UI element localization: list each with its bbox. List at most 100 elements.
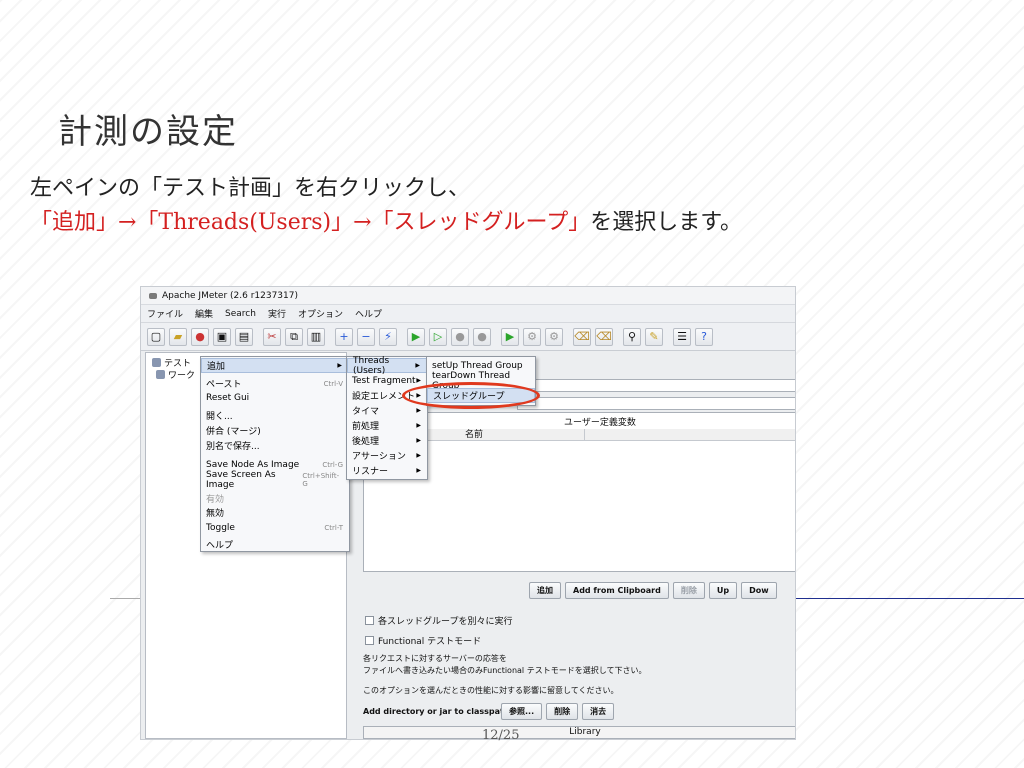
- clear-icon[interactable]: ⌫: [573, 327, 591, 346]
- clear-all-icon[interactable]: ⌫: [595, 327, 613, 346]
- description-line-2: 「追加」→「Threads(Users)」→「スレッドグループ」を選択します。: [30, 206, 742, 240]
- toggle-icon[interactable]: ⚡: [379, 327, 397, 346]
- slide-description: 左ペインの「テスト計画」を右クリックし、 「追加」→「Threads(Users…: [30, 172, 742, 240]
- reset-search-icon[interactable]: ✎: [645, 327, 663, 346]
- table-buttons: 追加 Add from Clipboard 削除 Up Dow: [529, 582, 777, 599]
- up-button[interactable]: Up: [708, 582, 738, 599]
- table-caption: ユーザー定義変数: [564, 418, 636, 428]
- delete-button[interactable]: 削除: [672, 582, 705, 599]
- stop-icon[interactable]: ●: [451, 327, 469, 346]
- submenu-item-assertion[interactable]: アサーション ▶: [347, 448, 427, 463]
- search-icon[interactable]: ⚲: [623, 327, 641, 346]
- menu-file[interactable]: ファイル: [147, 307, 183, 320]
- menu-help[interactable]: ヘルプ: [355, 307, 382, 320]
- new-icon[interactable]: ▢: [147, 327, 165, 346]
- menu-item-save-screen-image[interactable]: Save Screen As Image Ctrl+Shift-G: [201, 469, 349, 490]
- comment-field[interactable]: [517, 397, 795, 410]
- menu-item-shortcut: Ctrl+Shift-G: [302, 471, 340, 488]
- submenu-item-threads[interactable]: Threads (Users) ▶: [347, 356, 427, 376]
- submenu-arrow-icon: ▶: [416, 377, 421, 384]
- submenu-arrow-icon: ▶: [416, 452, 421, 459]
- description-line-1: 左ペインの「テスト計画」を右クリックし、: [30, 176, 471, 201]
- add-submenu: Threads (Users) ▶ Test Fragment ▶ 設定エレメント ▶…: [346, 356, 428, 480]
- start-icon[interactable]: ▶: [407, 327, 425, 346]
- functional-checkbox[interactable]: [365, 636, 374, 645]
- menu-item-label: タイマ: [352, 407, 380, 417]
- remote-stop-icon[interactable]: ⚙: [523, 327, 541, 346]
- menu-item-paste[interactable]: ペースト Ctrl-V: [201, 376, 349, 391]
- submenu-item-test-fragment[interactable]: Test Fragment ▶: [347, 373, 427, 388]
- browse-button[interactable]: 参照...: [501, 703, 543, 720]
- remote-shutdown-icon[interactable]: ⚙: [545, 327, 563, 346]
- menu-item-save-as[interactable]: 別名で保存...: [201, 438, 349, 453]
- menu-search[interactable]: Search: [225, 309, 256, 319]
- menu-item-shortcut: Ctrl-V: [323, 379, 343, 388]
- function-helper-icon[interactable]: ☰: [673, 327, 691, 346]
- menu-item-label: リスナー: [352, 467, 389, 477]
- menu-item-label: アサーション: [352, 452, 406, 462]
- save-icon[interactable]: ▣: [213, 327, 231, 346]
- serial-checkbox[interactable]: [365, 616, 374, 625]
- menu-item-label: Reset Gui: [206, 392, 250, 403]
- window-title: Apache JMeter (2.6 r1237317): [162, 290, 298, 301]
- menu-run[interactable]: 実行: [268, 307, 286, 320]
- expand-icon[interactable]: +: [335, 327, 353, 346]
- menu-options[interactable]: オプション: [298, 307, 343, 320]
- down-button[interactable]: Dow: [741, 582, 777, 599]
- functional-mode-option[interactable]: Functional テストモード: [365, 634, 481, 647]
- menu-item-add[interactable]: 追加 ▶: [201, 358, 349, 373]
- decorative-line-right: [796, 598, 1024, 599]
- clear-button[interactable]: 消去: [582, 703, 615, 720]
- menu-item-reset-gui[interactable]: Reset Gui: [201, 390, 349, 405]
- name-field[interactable]: [517, 379, 795, 392]
- submenu-item-pre-processor[interactable]: 前処理 ▶: [347, 418, 427, 433]
- menu-item-label: 有効: [206, 495, 225, 505]
- tree-node-workbench[interactable]: ワーク: [156, 368, 195, 381]
- classpath-delete-button[interactable]: 削除: [546, 703, 579, 720]
- submenu-item-timer[interactable]: タイマ ▶: [347, 403, 427, 418]
- menu-item-open[interactable]: 開く...: [201, 408, 349, 423]
- add-from-clipboard-button[interactable]: Add from Clipboard: [565, 582, 669, 599]
- add-button[interactable]: 追加: [529, 582, 561, 599]
- submenu-item-listener[interactable]: リスナー ▶: [347, 463, 427, 478]
- menu-item-label: ペースト: [206, 380, 242, 390]
- test-plan-icon: [152, 358, 161, 367]
- menu-item-label: Save Screen As Image: [206, 469, 276, 490]
- submenu-item-post-processor[interactable]: 後処理 ▶: [347, 433, 427, 448]
- description-line-2-tail: を選択します。: [590, 210, 743, 235]
- menu-item-label: Toggle: [206, 522, 235, 533]
- workbench-icon: [156, 370, 165, 379]
- classpath-label: Add directory or jar to classpath: [363, 707, 510, 716]
- menu-item-label: Save Node As Image: [206, 459, 300, 470]
- copy-icon[interactable]: ⧉: [285, 327, 303, 346]
- help-icon[interactable]: ?: [695, 327, 713, 346]
- menu-edit[interactable]: 編集: [195, 307, 213, 320]
- library-header-label: Library: [569, 727, 601, 737]
- menu-item-label: 追加: [207, 362, 226, 372]
- menu-item-toggle[interactable]: Toggle Ctrl-T: [201, 520, 349, 535]
- decorative-line-left: [110, 598, 144, 599]
- slide-title: 計測の設定: [58, 112, 238, 152]
- tree-node-label: ワーク: [168, 371, 196, 381]
- classpath-buttons: 参照... 削除 消去: [501, 703, 615, 720]
- menu-item-label: 無効: [206, 509, 225, 519]
- remote-start-icon[interactable]: ▶: [501, 327, 519, 346]
- save-as-icon[interactable]: ▤: [235, 327, 253, 346]
- shutdown-icon[interactable]: ●: [473, 327, 491, 346]
- menu-item-shortcut: Ctrl-G: [322, 460, 343, 469]
- start-no-pause-icon[interactable]: ▷: [429, 327, 447, 346]
- menu-item-shortcut: Ctrl-T: [324, 523, 343, 532]
- menu-item-help[interactable]: ヘルプ: [201, 537, 349, 552]
- menu-item-disable[interactable]: 無効: [201, 505, 349, 520]
- cut-icon[interactable]: ✂: [263, 327, 281, 346]
- submenu-arrow-icon: ▶: [337, 362, 342, 369]
- submenu-arrow-icon: ▶: [415, 362, 420, 369]
- collapse-icon[interactable]: −: [357, 327, 375, 346]
- serial-thread-groups-option[interactable]: 各スレッドグループを別々に実行: [365, 614, 512, 627]
- open-icon[interactable]: ▰: [169, 327, 187, 346]
- functional-note-3: このオプションを選んだときの性能に対する影響に留意してください。: [363, 686, 619, 695]
- menu-item-merge[interactable]: 併合 (マージ): [201, 423, 349, 438]
- submenu-arrow-icon: ▶: [416, 437, 421, 444]
- paste-icon[interactable]: ▥: [307, 327, 325, 346]
- open-recent-icon[interactable]: ●: [191, 327, 209, 346]
